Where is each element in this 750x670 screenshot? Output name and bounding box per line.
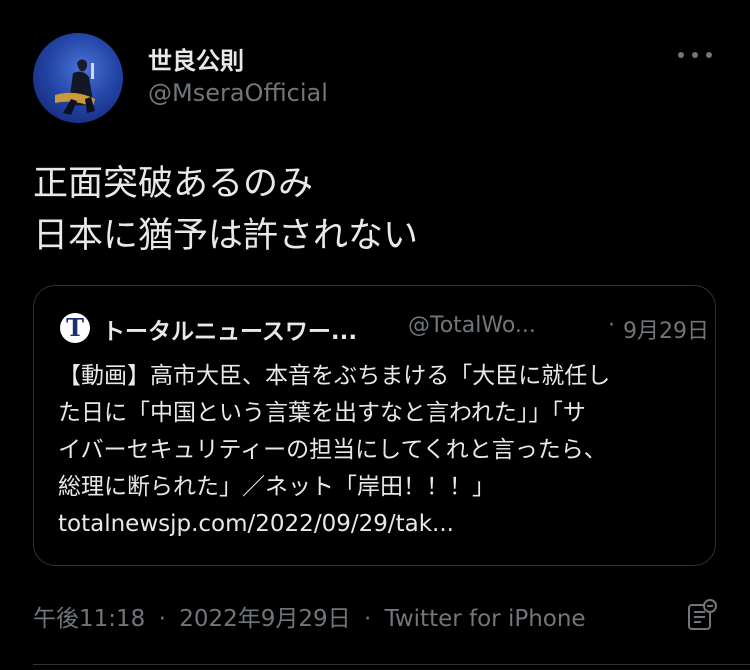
tweet-line: 正面突破あるのみ — [33, 164, 314, 204]
tweet-time[interactable]: 午後11:18 — [33, 606, 145, 632]
more-dot — [692, 52, 698, 58]
quoted-link[interactable]: totalnewsjp.com/2022/09/29/tak... — [58, 506, 695, 543]
meta-separator: · — [158, 606, 166, 632]
more-icon[interactable] — [678, 43, 712, 67]
quoted-line: イバーセキュリティーの担当にしてくれと言ったら、 — [58, 437, 607, 463]
tweet-text: 正面突破あるのみ 日本に猶予は許されない — [33, 158, 418, 262]
tweet-date[interactable]: 2022年9月29日 — [179, 606, 350, 632]
quoted-tweet-text: 【動画】高市大臣、本音をぶちまける「大臣に就任し た日に「中国という言葉を出すな… — [58, 358, 695, 543]
avatar-photo — [55, 59, 95, 115]
author-handle[interactable]: @MseraOfficial — [148, 79, 328, 107]
tweet-meta: 午後11:18 · 2022年9月29日 · Twitter for iPhon… — [33, 599, 586, 633]
tweet-header: 世良公則 @MseraOfficial — [33, 33, 720, 123]
author-display-name[interactable]: 世良公則 — [148, 41, 244, 76]
divider — [33, 664, 750, 665]
quoted-line: 【動画】高市大臣、本音をぶちまける「大臣に就任し — [58, 363, 611, 389]
quoted-tweet-header: T トータルニュースワー... @TotalWo... · 9月29日 — [60, 312, 709, 345]
more-dot — [706, 52, 712, 58]
author-avatar[interactable] — [33, 33, 123, 123]
quoted-date: 9月29日 — [623, 319, 709, 344]
quoted-line: た日に「中国という言葉を出すなと言われた」」「サ — [58, 400, 586, 426]
tweet-line: 日本に猶予は許されない — [33, 216, 419, 256]
more-dot — [678, 52, 684, 58]
tweet-source[interactable]: Twitter for iPhone — [385, 606, 586, 632]
quoted-separator: · — [608, 313, 615, 338]
meta-separator: · — [363, 606, 372, 632]
notes-icon[interactable] — [686, 598, 718, 632]
quoted-author-avatar: T — [60, 313, 90, 343]
quoted-line: 総理に断られた」／ネット「岸田！！！」 — [58, 474, 495, 500]
quoted-author-handle: @TotalWo... — [408, 313, 536, 338]
quoted-tweet-card[interactable]: T トータルニュースワー... @TotalWo... · 9月29日 【動画】… — [33, 285, 716, 566]
quoted-author-name: トータルニュースワー... — [102, 319, 358, 345]
